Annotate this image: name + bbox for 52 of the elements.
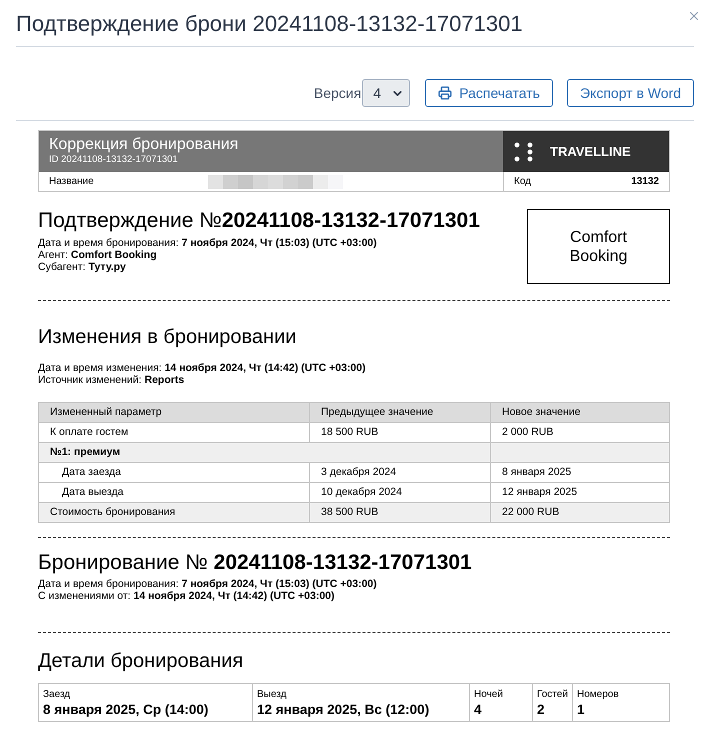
table-cell: Дата выезда — [38, 482, 310, 502]
table-header-cell: Измененный параметр — [38, 402, 310, 422]
details-value: 1 — [577, 701, 585, 718]
table-cell: 12 января 2025 — [490, 482, 670, 502]
table-cell: Дата заезда — [38, 462, 310, 482]
table-header-cell: Новое значение — [490, 402, 670, 422]
code-value: 13132 — [631, 175, 659, 189]
table-cell: 2 000 RUB — [490, 422, 670, 442]
booking-info-line: Дата и время бронирования: 7 ноября 2024, Чт (15:03) (UTC +03:00) — [38, 578, 377, 590]
table-cell: 8 января 2025 — [490, 462, 670, 482]
dots-logo-icon — [514, 142, 534, 162]
details-value: 12 января 2025, Вс (12:00) — [257, 701, 430, 718]
confirmation-info-line: Дата и время бронирования: 7 ноября 2024, Чт (15:03) (UTC +03:00) — [38, 237, 377, 249]
confirmation-info-line: Агент: Comfort Booking — [38, 249, 157, 261]
table-cell: 18 500 RUB — [310, 422, 490, 442]
details-value: 2 — [537, 701, 545, 718]
details-label: Ночей — [474, 689, 503, 701]
name-label: Название — [49, 175, 95, 189]
version-select[interactable]: 4 — [362, 79, 410, 107]
dialog-title: Подтверждение брони 20241108-13132-17071301 — [16, 10, 523, 38]
header-title: Коррекция бронирования — [49, 135, 238, 154]
logo-text: TRAVELLINE — [550, 142, 631, 161]
change-info-line: Источник изменений: Reports — [38, 374, 184, 386]
table-cell: 3 декабря 2024 — [310, 462, 490, 482]
agent-box: Comfort Booking — [527, 209, 670, 284]
printer-icon — [438, 86, 452, 100]
table-cell: К оплате гостем — [38, 422, 310, 442]
details-label: Заезд — [43, 689, 70, 701]
details-value: 8 января 2025, Ср (14:00) — [43, 701, 208, 718]
table-cell: 38 500 RUB — [310, 502, 490, 522]
changes-title: Изменения в бронировании — [38, 325, 298, 349]
header-id: ID 20241108-13132-17071301 — [49, 154, 178, 166]
change-info-line: Дата и время изменения: 14 ноября 2024, Чт (14:42) (UTC +03:00) — [38, 362, 366, 374]
close-icon — [687, 9, 701, 23]
table-cell: 22 000 RUB — [490, 502, 670, 522]
details-title: Детали бронирования — [38, 649, 244, 673]
print-button[interactable]: Распечатать — [425, 79, 553, 107]
confirmation-title: Подтверждение №20241108-13132-17071301 — [38, 209, 480, 233]
code-label: Код — [514, 175, 532, 189]
version-label: Версия — [314, 84, 362, 103]
table-cell: №1: премиум — [38, 442, 490, 462]
booking-title: Бронирование № 20241108-13132-17071301 — [38, 551, 473, 575]
table-header-cell: Предыдущее значение — [310, 402, 490, 422]
details-label: Выезд — [257, 689, 286, 701]
confirmation-info-line: Субагент: Туту.ру — [38, 261, 126, 273]
table-cell: Стоимость бронирования — [38, 502, 310, 522]
export-button[interactable]: Экспорт в Word — [566, 79, 694, 107]
details-label: Номеров — [577, 689, 619, 701]
details-value: 4 — [474, 701, 482, 718]
booking-info-line: С изменениями от: 14 ноября 2024, Чт (14:42) (UTC +03:00) — [38, 590, 335, 602]
table-cell: 10 декабря 2024 — [310, 482, 490, 502]
details-label: Гостей — [537, 689, 568, 701]
